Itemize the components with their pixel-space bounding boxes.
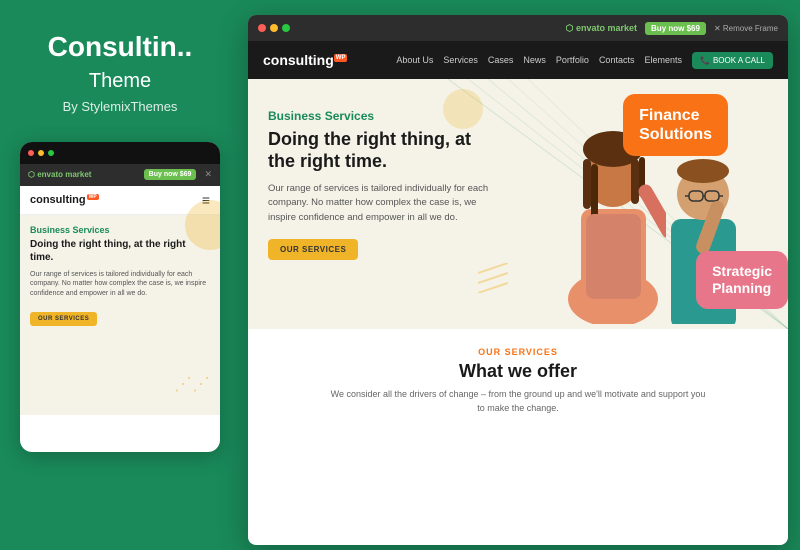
mobile-dot-yellow (38, 150, 44, 156)
mobile-dot-red (28, 150, 34, 156)
mobile-body-text: Our range of services is tailored indivi… (30, 270, 210, 299)
hero-right-content: Finance Solutions (518, 79, 788, 329)
mobile-business-label: Business Services (30, 225, 210, 235)
desktop-dots (258, 24, 290, 32)
mobile-headline: Doing the right thing, at the right time… (30, 238, 210, 264)
mobile-mockup: ⬡ envato market Buy now $69 ✕ consulting… (20, 142, 220, 452)
desktop-dot-green (282, 24, 290, 32)
hero-headline: Doing the right thing, at the right time… (268, 129, 498, 172)
our-services-label: OUR SERVICES (268, 347, 768, 357)
mobile-envato-logo: ⬡ envato market (28, 170, 91, 179)
mobile-envato-bar: ⬡ envato market Buy now $69 ✕ (20, 164, 220, 186)
mobile-services-button[interactable]: OUR SERVICES (30, 312, 97, 326)
desktop-hero: Business Services Doing the right thing,… (248, 79, 788, 329)
mobile-deco-lines: ⋰⋰ (174, 374, 210, 395)
strategic-planning-bubble: Strategic Planning (696, 251, 788, 309)
desktop-envato-bar: ⬡ envato market Buy now $69 ✕ Remove Fra… (566, 22, 778, 35)
mobile-close-icon[interactable]: ✕ (204, 169, 212, 180)
mobile-buy-button[interactable]: Buy now $69 (144, 169, 197, 180)
nav-elements[interactable]: Elements (644, 55, 682, 65)
mobile-logo: consultingWP (30, 194, 99, 206)
nav-about[interactable]: About Us (396, 55, 433, 65)
hero-services-button[interactable]: OUR SERVICES (268, 239, 358, 260)
desktop-envato-logo: ⬡ envato market (566, 23, 637, 34)
nav-portfolio[interactable]: Portfolio (556, 55, 589, 65)
what-we-offer-heading: What we offer (268, 361, 768, 382)
book-call-button[interactable]: 📞 BOOK A CALL (692, 52, 773, 69)
hero-body-text: Our range of services is tailored indivi… (268, 182, 498, 225)
mobile-dot-green (48, 150, 54, 156)
theme-author: By StylemixThemes (63, 99, 178, 114)
hero-business-label: Business Services (268, 109, 498, 123)
desktop-top-bar: ⬡ envato market Buy now $69 ✕ Remove Fra… (248, 15, 788, 41)
desktop-site-logo: consultingWP (263, 52, 347, 68)
mobile-hero: Business Services Doing the right thing,… (20, 215, 220, 415)
desktop-below-section: OUR SERVICES What we offer We consider a… (248, 329, 788, 433)
nav-services[interactable]: Services (443, 55, 478, 65)
desktop-buy-button[interactable]: Buy now $69 (645, 22, 706, 35)
finance-solutions-bubble: Finance Solutions (623, 94, 728, 156)
what-we-offer-description: We consider all the drivers of change – … (328, 388, 708, 415)
desktop-dot-red (258, 24, 266, 32)
theme-subtitle: Theme (89, 70, 151, 93)
desktop-nav-links: About Us Services Cases News Portfolio C… (396, 52, 773, 69)
phone-icon: 📞 (700, 56, 710, 65)
hero-left-content: Business Services Doing the right thing,… (248, 79, 518, 329)
mobile-top-bar (20, 142, 220, 164)
envato-icon: ⬡ (566, 23, 576, 33)
theme-title: Consultin.. (48, 30, 193, 64)
left-panel: Consultin.. Theme By StylemixThemes ⬡ en… (0, 0, 240, 550)
nav-cases[interactable]: Cases (488, 55, 514, 65)
nav-contacts[interactable]: Contacts (599, 55, 635, 65)
desktop-dot-yellow (270, 24, 278, 32)
mobile-envato-icon: ⬡ (28, 170, 35, 179)
desktop-mockup: ⬡ envato market Buy now $69 ✕ Remove Fra… (248, 15, 788, 545)
mobile-dots (28, 150, 54, 156)
desktop-site-nav: consultingWP About Us Services Cases New… (248, 41, 788, 79)
nav-news[interactable]: News (523, 55, 546, 65)
desktop-remove-link[interactable]: ✕ Remove Frame (714, 24, 778, 33)
